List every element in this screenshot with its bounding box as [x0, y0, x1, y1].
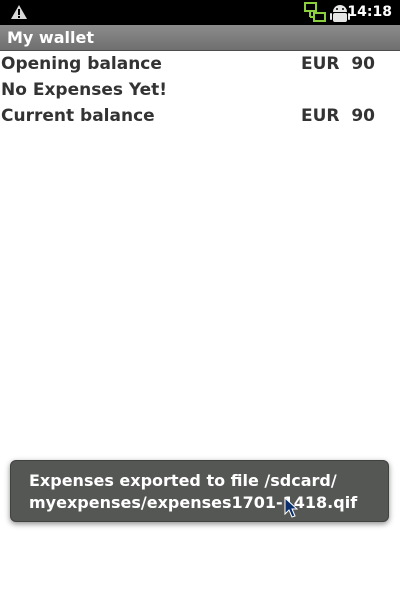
current-balance-row: Current balance EUR 90 [0, 103, 400, 129]
export-toast: Expenses exported to file /sdcard/ myexp… [10, 460, 389, 522]
network-sync-icon [304, 2, 326, 22]
app-title: My wallet [7, 28, 94, 47]
opening-balance-label: Opening balance [1, 54, 162, 74]
current-balance-amount: EUR 90 [301, 106, 376, 126]
expenses-row: No Expenses Yet! [0, 77, 400, 103]
warning-icon [11, 5, 27, 19]
no-expenses-label: No Expenses Yet! [1, 80, 168, 100]
toast-line-1: Expenses exported to file /sdcard/ [29, 471, 337, 490]
toast-line-2: myexpenses/expenses1701-1418.qif [29, 493, 358, 512]
mouse-cursor-icon [284, 497, 298, 518]
app-title-bar: My wallet [0, 25, 400, 51]
current-balance-label: Current balance [1, 106, 155, 126]
status-bar: 14:18 [0, 0, 400, 25]
opening-balance-amount: EUR 90 [301, 54, 376, 74]
status-clock: 14:18 [347, 4, 392, 20]
opening-balance-row: Opening balance EUR 90 [0, 51, 400, 77]
